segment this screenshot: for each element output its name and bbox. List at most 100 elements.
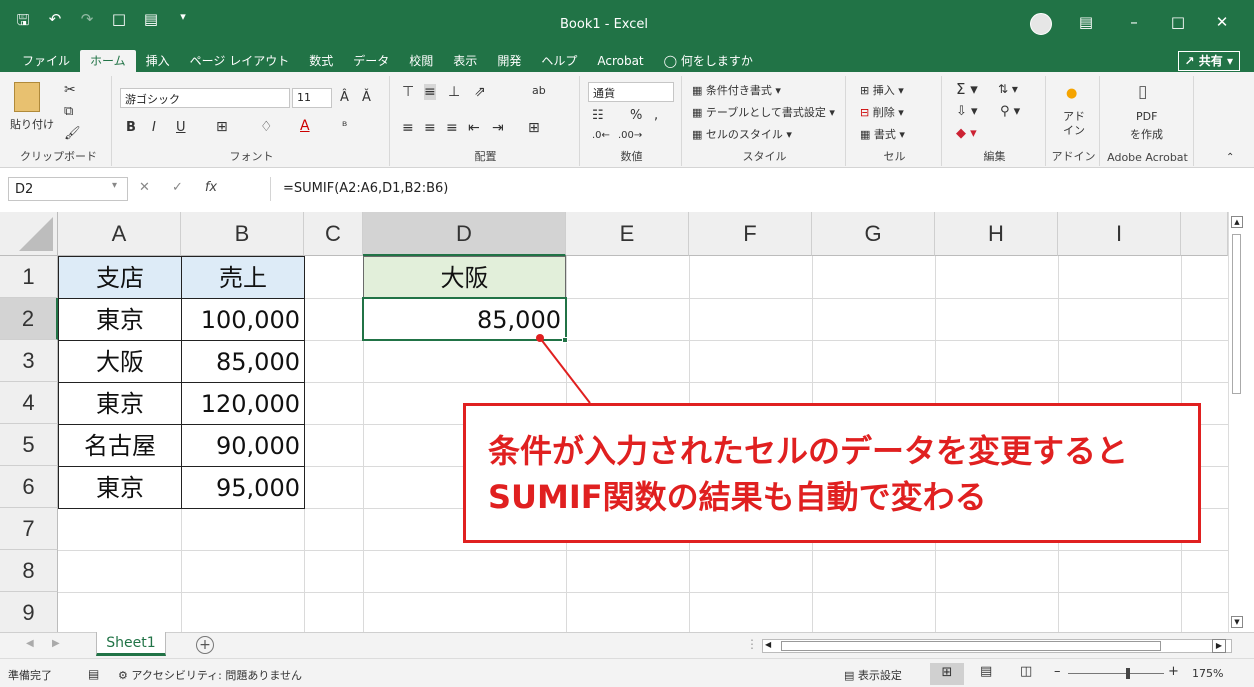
- cell-d1[interactable]: 大阪: [363, 256, 566, 299]
- cell-a2[interactable]: 東京: [58, 298, 182, 341]
- row-header-8[interactable]: 8: [0, 550, 58, 592]
- italic-icon[interactable]: I: [152, 120, 156, 135]
- align-bottom-icon[interactable]: ⊥: [448, 84, 460, 100]
- column-header-i[interactable]: I: [1058, 212, 1181, 256]
- ribbon-display-icon[interactable]: ▤: [1076, 13, 1096, 31]
- cell-b3[interactable]: 85,000: [181, 340, 305, 383]
- cell-b2[interactable]: 100,000: [181, 298, 305, 341]
- conditional-format-button[interactable]: ▦ 条件付き書式 ▾: [692, 82, 781, 98]
- redo-icon[interactable]: ↷: [78, 10, 96, 35]
- tab-page-layout[interactable]: ページ レイアウト: [180, 50, 300, 72]
- cell-a6[interactable]: 東京: [58, 466, 182, 509]
- orientation-icon[interactable]: ⇗: [474, 84, 486, 100]
- comma-icon[interactable]: ,: [654, 108, 658, 123]
- insert-cells-button[interactable]: ⊞ 挿入 ▾: [860, 82, 904, 98]
- enter-icon[interactable]: ✓: [172, 180, 183, 195]
- decrease-decimal-icon[interactable]: .00→: [618, 130, 642, 141]
- cell-styles-button[interactable]: ▦ セルのスタイル ▾: [692, 126, 792, 142]
- cancel-icon[interactable]: ✕: [139, 180, 150, 195]
- add-sheet-icon[interactable]: +: [196, 636, 214, 654]
- addins-icon[interactable]: ●: [1066, 86, 1077, 101]
- paste-icon[interactable]: [14, 82, 40, 112]
- tab-insert[interactable]: 挿入: [136, 50, 180, 72]
- normal-view-icon[interactable]: ⊞: [930, 663, 964, 685]
- merge-center-icon[interactable]: ⊞: [528, 120, 540, 136]
- column-header-j[interactable]: [1181, 212, 1228, 256]
- zoom-in-icon[interactable]: +: [1168, 664, 1179, 679]
- tab-view[interactable]: 表示: [443, 50, 487, 72]
- collapse-ribbon-icon[interactable]: ⌃: [1226, 152, 1234, 163]
- create-pdf-label-1[interactable]: PDF: [1136, 110, 1157, 123]
- tab-file[interactable]: ファイル: [12, 50, 80, 72]
- cell-b4[interactable]: 120,000: [181, 382, 305, 425]
- form-icon[interactable]: ▤: [142, 10, 160, 35]
- scroll-left-icon[interactable]: ◀: [765, 640, 771, 649]
- fill-icon[interactable]: ⇩ ▾: [956, 104, 978, 119]
- wrap-text-icon[interactable]: ab: [532, 84, 546, 97]
- print-preview-icon[interactable]: □: [110, 10, 128, 35]
- tab-formulas[interactable]: 数式: [299, 50, 343, 72]
- format-painter-icon[interactable]: 🖌: [64, 126, 81, 141]
- scroll-down-icon[interactable]: ▼: [1231, 616, 1243, 628]
- align-center-icon[interactable]: ≡: [424, 120, 436, 136]
- font-name-select[interactable]: 游ゴシック: [120, 88, 290, 108]
- column-header-e[interactable]: E: [566, 212, 689, 256]
- align-middle-icon[interactable]: ≡: [424, 84, 436, 100]
- formula-input[interactable]: =SUMIF(A2:A6,D1,B2:B6): [270, 177, 1246, 201]
- horizontal-scrollbar[interactable]: ◀: [762, 639, 1232, 653]
- tab-help[interactable]: ヘルプ: [531, 50, 587, 72]
- cut-icon[interactable]: ✂: [64, 82, 76, 98]
- page-layout-view-icon[interactable]: ▤: [980, 664, 992, 679]
- cell-b1[interactable]: 売上: [181, 256, 305, 299]
- format-cells-button[interactable]: ▦ 書式 ▾: [860, 126, 905, 142]
- cell-a3[interactable]: 大阪: [58, 340, 182, 383]
- tell-me-search[interactable]: ◯ 何をしますか: [654, 50, 763, 72]
- create-pdf-icon[interactable]: ▯: [1138, 82, 1147, 102]
- zoom-slider[interactable]: [1068, 673, 1164, 674]
- cell-a4[interactable]: 東京: [58, 382, 182, 425]
- column-header-h[interactable]: H: [935, 212, 1058, 256]
- phonetic-icon[interactable]: ᴮ: [342, 119, 347, 133]
- sheet-tab-sheet1[interactable]: Sheet1: [96, 632, 166, 656]
- percent-icon[interactable]: %: [630, 108, 642, 123]
- align-right-icon[interactable]: ≡: [446, 120, 458, 136]
- font-color-icon[interactable]: A: [300, 118, 310, 134]
- share-button[interactable]: ↗ 共有 ▾: [1177, 51, 1240, 71]
- cell-b6[interactable]: 95,000: [181, 466, 305, 509]
- column-header-f[interactable]: F: [689, 212, 812, 256]
- minimize-icon[interactable]: –: [1124, 13, 1144, 31]
- tab-data[interactable]: データ: [343, 50, 399, 72]
- row-header-3[interactable]: 3: [0, 340, 58, 382]
- splitter-icon[interactable]: ⋮: [746, 637, 758, 651]
- sort-filter-icon[interactable]: ⇅ ▾: [998, 82, 1018, 96]
- decrease-indent-icon[interactable]: ⇤: [468, 120, 480, 136]
- vertical-scrollbar[interactable]: ▲ ▼: [1228, 212, 1244, 632]
- tab-review[interactable]: 校閲: [399, 50, 443, 72]
- increase-decimal-icon[interactable]: .0←: [592, 130, 610, 141]
- horizontal-scroll-thumb[interactable]: [781, 641, 1161, 651]
- increase-font-icon[interactable]: Â: [340, 90, 349, 105]
- macro-record-icon[interactable]: ▤: [88, 667, 99, 681]
- page-break-view-icon[interactable]: ◫: [1020, 664, 1032, 679]
- autosum-icon[interactable]: Σ ▾: [956, 80, 978, 98]
- scroll-right-icon[interactable]: ▶: [1212, 639, 1226, 653]
- row-header-2[interactable]: 2: [0, 298, 58, 340]
- column-header-d[interactable]: D: [363, 212, 566, 256]
- display-settings-button[interactable]: ▤ 表示設定: [844, 667, 902, 683]
- addins-button-label[interactable]: アド イン: [1058, 110, 1090, 138]
- row-header-4[interactable]: 4: [0, 382, 58, 424]
- zoom-slider-thumb[interactable]: [1126, 668, 1130, 679]
- close-icon[interactable]: ✕: [1212, 13, 1232, 31]
- name-box-dropdown-icon[interactable]: ▾: [112, 180, 117, 195]
- zoom-level[interactable]: 175%: [1192, 667, 1223, 680]
- maximize-icon[interactable]: □: [1168, 13, 1188, 31]
- row-header-5[interactable]: 5: [0, 424, 58, 466]
- column-header-a[interactable]: A: [58, 212, 181, 256]
- zoom-out-icon[interactable]: –: [1054, 664, 1061, 679]
- cell-a5[interactable]: 名古屋: [58, 424, 182, 467]
- increase-indent-icon[interactable]: ⇥: [492, 120, 504, 136]
- save-icon[interactable]: 🖫: [14, 10, 32, 35]
- column-header-b[interactable]: B: [181, 212, 304, 256]
- align-top-icon[interactable]: ⊤: [402, 84, 414, 100]
- next-sheet-icon[interactable]: ▶: [52, 638, 60, 649]
